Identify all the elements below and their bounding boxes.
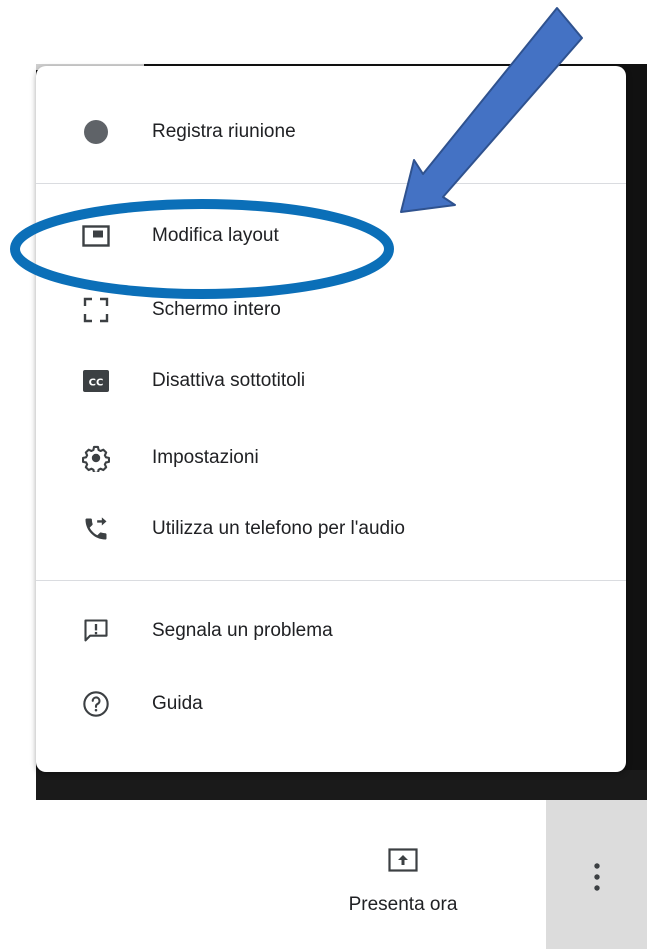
layout-icon xyxy=(82,222,110,250)
more-options-menu: Registra riunione Modifica layout Scherm… xyxy=(36,66,626,772)
menu-item-label: Guida xyxy=(152,693,203,714)
menu-item-label: Modifica layout xyxy=(152,225,279,246)
closed-captions-icon: CC xyxy=(82,367,110,395)
menu-item-fullscreen[interactable]: Schermo intero xyxy=(36,282,626,338)
menu-item-phone-audio[interactable]: Utilizza un telefono per l'audio xyxy=(36,501,626,557)
more-options-button[interactable] xyxy=(546,800,647,949)
menu-item-label: Segnala un problema xyxy=(152,620,333,641)
record-dot-icon xyxy=(82,118,110,146)
phone-forward-icon xyxy=(82,515,110,543)
menu-item-disable-captions[interactable]: CC Disattiva sottotitoli xyxy=(36,353,626,409)
menu-item-record-meeting[interactable]: Registra riunione xyxy=(36,104,626,160)
menu-item-label: Disattiva sottotitoli xyxy=(152,370,306,391)
feedback-icon xyxy=(82,617,110,645)
menu-item-report-problem[interactable]: Segnala un problema xyxy=(36,603,626,659)
menu-item-settings[interactable]: Impostazioni xyxy=(36,430,626,486)
more-vert-icon xyxy=(594,863,600,891)
present-screen-icon xyxy=(388,848,418,872)
present-now-button[interactable]: Presenta ora xyxy=(320,836,520,926)
menu-item-change-layout[interactable]: Modifica layout xyxy=(36,208,626,264)
menu-item-label: Schermo intero xyxy=(152,299,281,320)
menu-divider xyxy=(36,580,626,581)
present-now-label: Presenta ora xyxy=(348,894,458,915)
gear-icon xyxy=(82,444,110,472)
meeting-dark-bar xyxy=(36,770,647,800)
menu-item-label: Utilizza un telefono per l'audio xyxy=(152,518,405,539)
menu-item-label: Impostazioni xyxy=(152,447,259,468)
help-icon xyxy=(82,690,110,718)
svg-text:CC: CC xyxy=(89,378,104,389)
fullscreen-icon xyxy=(82,296,110,324)
menu-item-help[interactable]: Guida xyxy=(36,676,626,732)
menu-divider xyxy=(36,183,626,184)
menu-item-label: Registra riunione xyxy=(152,121,296,142)
